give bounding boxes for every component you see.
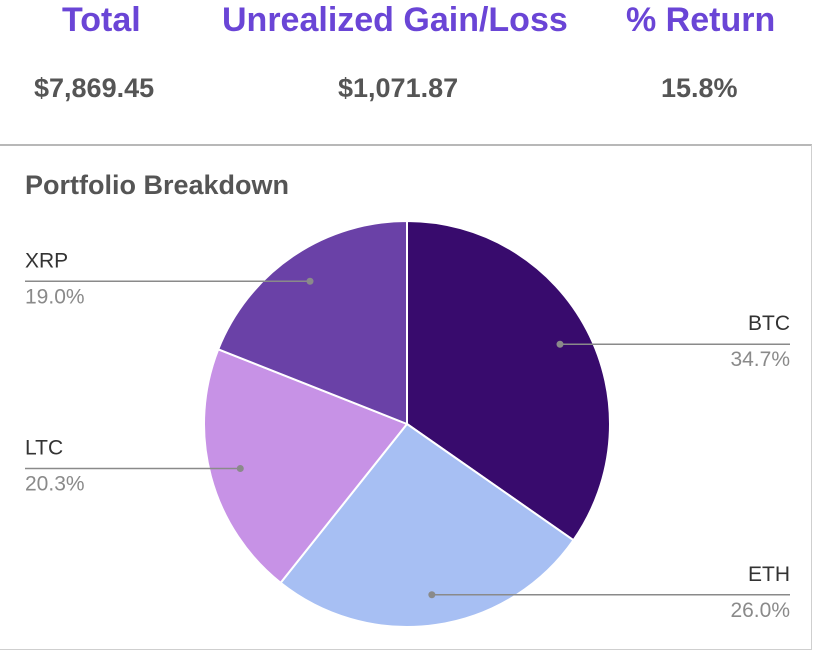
pie-chart: BTC 34.7% ETH 26.0% LTC 20.3% XRP 19.0% [25, 219, 790, 628]
total-value: $7,869.45 [34, 73, 155, 103]
slice-label-btc: BTC [748, 312, 790, 335]
slice-label-xrp: XRP [25, 249, 68, 272]
leader-dot-btc [556, 340, 564, 348]
total-header: Total [62, 1, 141, 39]
unrealized-gain-loss-header: Unrealized Gain/Loss [222, 1, 568, 39]
slice-percent-ltc: 20.3% [25, 472, 85, 495]
slice-percent-xrp: 19.0% [25, 285, 85, 308]
slice-percent-btc: 34.7% [730, 348, 790, 371]
slice-label-eth: ETH [748, 563, 790, 586]
percent-return-header: % Return [626, 1, 776, 39]
leader-dot-eth [428, 591, 436, 599]
percent-return-value: 15.8% [661, 73, 738, 103]
leader-dot-ltc [236, 464, 244, 472]
portfolio-chart-card: Portfolio Breakdown BTC 34.7% ETH 26.0% LTC 2… [0, 144, 812, 650]
slice-percent-eth: 26.0% [730, 599, 790, 622]
leader-dot-xrp [306, 277, 314, 285]
unrealized-gain-loss-value: $1,071.87 [338, 73, 459, 103]
slice-label-ltc: LTC [25, 436, 63, 459]
